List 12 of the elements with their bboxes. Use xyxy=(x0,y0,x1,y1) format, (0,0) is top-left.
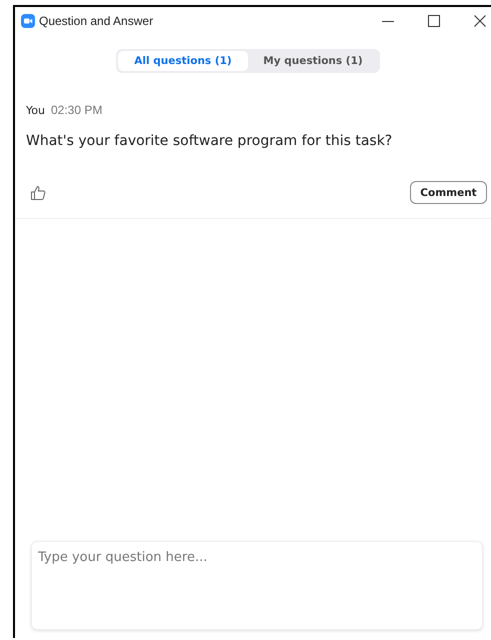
close-icon[interactable] xyxy=(474,15,486,27)
maximize-icon[interactable] xyxy=(428,15,440,27)
tab[interactable]: All questions (1) xyxy=(118,51,248,71)
window-title: Question and Answer xyxy=(39,14,154,28)
author-name: You xyxy=(26,104,45,117)
timestamp: 02:30 PM xyxy=(50,103,102,117)
app-logo-icon xyxy=(21,14,35,28)
question-text: What's your favorite software program for this task? xyxy=(26,133,394,149)
question-input-field[interactable]: Type your question here... xyxy=(31,541,483,630)
tab[interactable]: My questions (1) xyxy=(248,51,378,71)
thumbs-up-icon[interactable] xyxy=(30,184,46,200)
comment-button[interactable]: Comment xyxy=(410,181,487,204)
